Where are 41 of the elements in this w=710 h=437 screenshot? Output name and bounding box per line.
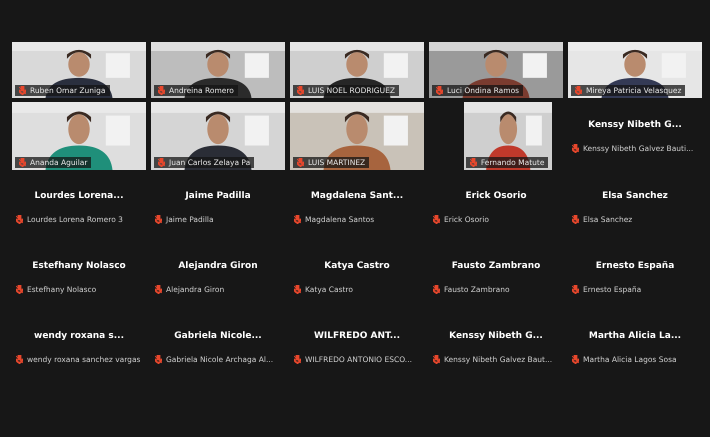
muted-mic-icon bbox=[294, 214, 301, 224]
muted-mic-icon bbox=[572, 144, 579, 152]
muted-mic-icon bbox=[155, 214, 162, 224]
participant-name: Katya Castro bbox=[323, 260, 391, 270]
participant-name: Erick Osorio bbox=[464, 190, 528, 200]
participant-name: Alejandra Giron bbox=[177, 260, 259, 270]
participant-name: WILFREDO ANT... bbox=[312, 330, 402, 340]
muted-mic-icon bbox=[470, 158, 477, 167]
participant-name: Lourdes Lorena... bbox=[34, 190, 124, 200]
muted-mic-icon bbox=[436, 86, 443, 95]
muted-mic-icon bbox=[433, 214, 440, 224]
muted-mic-icon bbox=[297, 86, 304, 95]
muted-mic-icon bbox=[155, 284, 162, 294]
participant-name: Gabriela Nicole... bbox=[173, 330, 263, 340]
muted-mic-icon bbox=[158, 86, 165, 95]
participant-name: Kenssy Nibeth G... bbox=[448, 330, 544, 340]
muted-mic-icon bbox=[16, 214, 23, 224]
muted-mic-icon bbox=[19, 158, 26, 167]
participant-name: Fausto Zambrano bbox=[450, 260, 542, 270]
participant-name: Martha Alicia La... bbox=[588, 330, 682, 340]
muted-mic-icon bbox=[572, 354, 579, 364]
muted-mic-icon bbox=[572, 284, 579, 294]
muted-mic-icon bbox=[155, 354, 162, 364]
participant-name: Ernesto España bbox=[594, 260, 676, 270]
participant-name: Magdalena Sant... bbox=[310, 190, 404, 200]
muted-mic-icon bbox=[294, 354, 301, 364]
participant-name: Elsa Sanchez bbox=[601, 190, 669, 200]
participant-name: wendy roxana s... bbox=[33, 330, 125, 340]
muted-mic-icon bbox=[294, 284, 301, 294]
participant-name: Estefhany Nolasco bbox=[31, 260, 127, 270]
muted-mic-icon bbox=[297, 158, 304, 167]
muted-mic-icon bbox=[575, 86, 582, 95]
muted-mic-icon bbox=[433, 354, 440, 364]
muted-mic-icon bbox=[16, 284, 23, 294]
participant-name: Jaime Padilla bbox=[184, 190, 252, 200]
muted-mic-icon bbox=[158, 158, 165, 167]
muted-mic-icon bbox=[16, 354, 23, 364]
participant-name: Kenssy Nibeth G... bbox=[587, 120, 683, 130]
muted-mic-icon bbox=[19, 86, 26, 95]
muted-mic-icon bbox=[572, 214, 579, 224]
muted-mic-icon bbox=[433, 284, 440, 294]
